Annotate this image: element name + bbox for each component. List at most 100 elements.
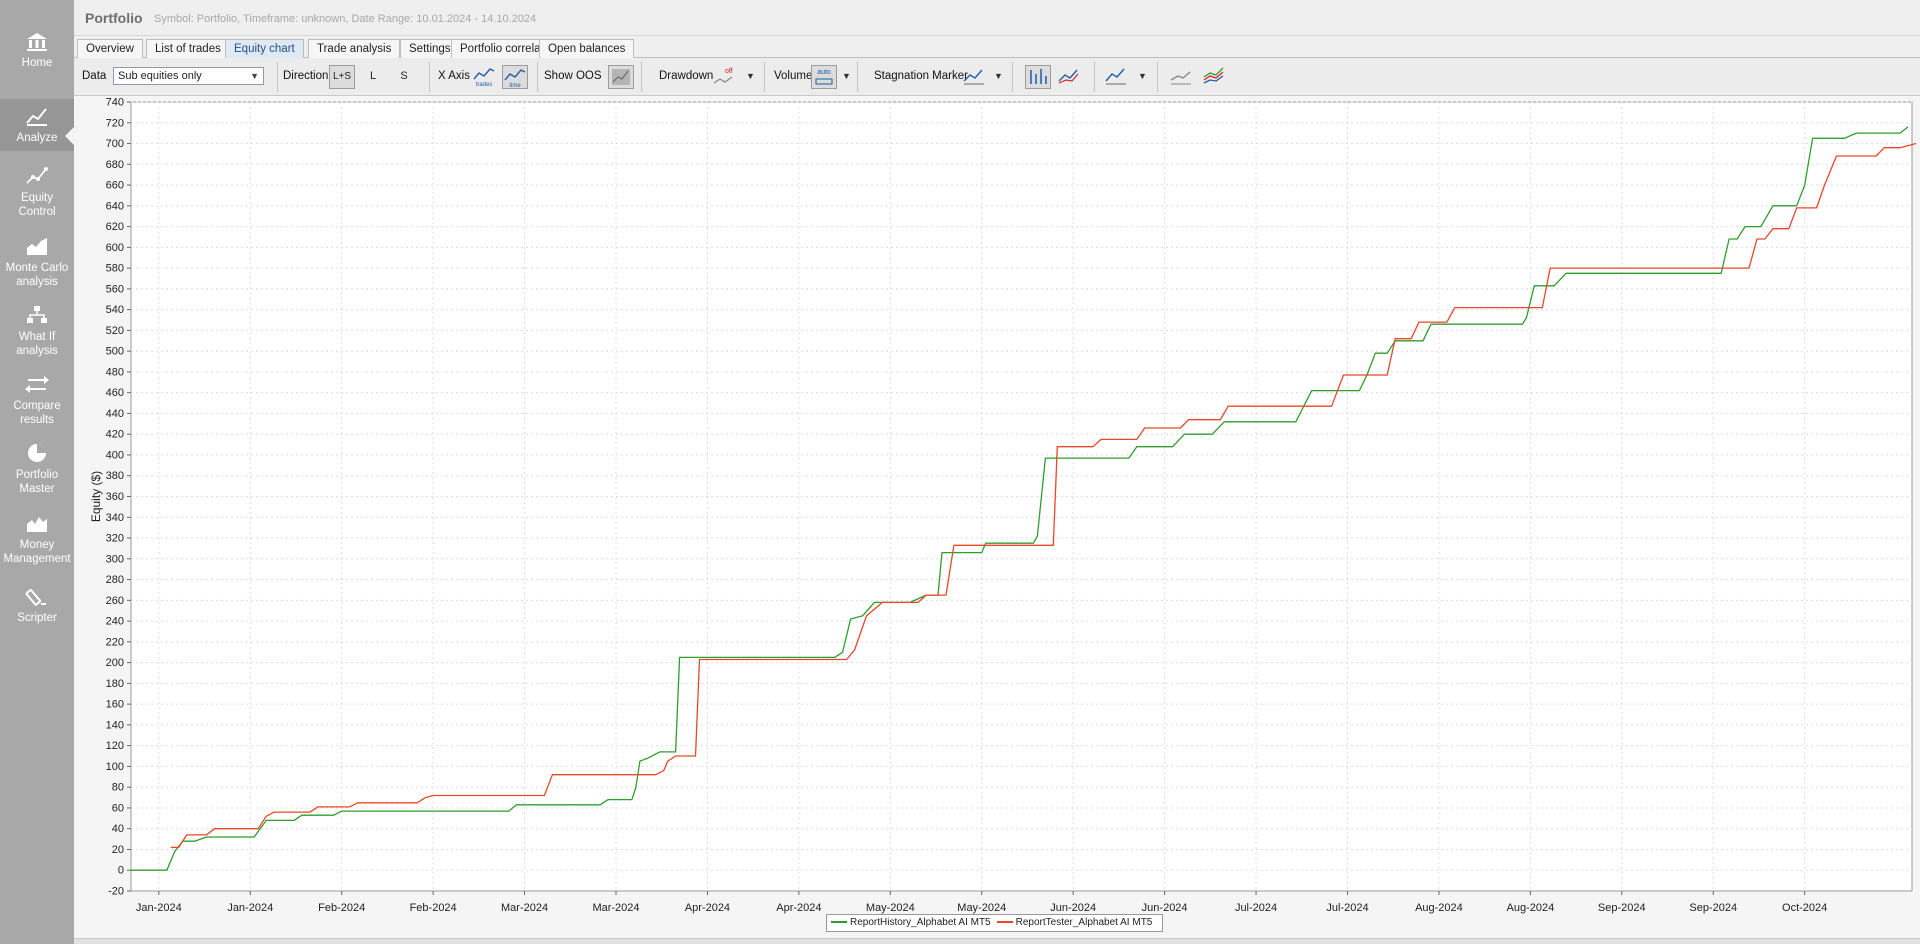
xaxis-time-button[interactable]: time bbox=[502, 65, 528, 89]
toolbar-divider bbox=[1012, 62, 1013, 92]
chevron-down-icon[interactable]: ▼ bbox=[746, 71, 755, 81]
sidebar-item-monte-carlo-analysis[interactable]: Monte Carlo analysis bbox=[0, 235, 74, 289]
tab-trade-analysis[interactable]: Trade analysis bbox=[308, 39, 401, 59]
time-axis-icon: time bbox=[504, 69, 526, 88]
sidebar-item-home[interactable]: Home bbox=[0, 30, 74, 70]
y-tick-label: 560 bbox=[106, 283, 124, 295]
drawdown-label: Drawdown bbox=[659, 70, 714, 82]
sidebar-item-label: Money bbox=[19, 539, 55, 551]
sidebar-item-label: Scripter bbox=[17, 612, 57, 624]
chart-type-button[interactable] bbox=[1104, 65, 1130, 89]
sidebar-item-money-management[interactable]: Money Management bbox=[0, 512, 74, 566]
sidebar-item-label: Control bbox=[18, 206, 56, 218]
legend-label: ReportHistory_Alphabet AI MT5 bbox=[850, 917, 991, 928]
toolbar-divider bbox=[857, 62, 858, 92]
x-tick-label: Oct-2024 bbox=[1782, 902, 1827, 914]
money-management-icon bbox=[27, 517, 47, 532]
sidebar-item-what-if-analysis[interactable]: What If analysis bbox=[0, 304, 74, 358]
page-title: Portfolio bbox=[85, 10, 143, 26]
analyze-icon bbox=[26, 108, 47, 126]
toolbar-divider bbox=[1157, 62, 1158, 92]
y-tick-label: 200 bbox=[106, 657, 124, 669]
tab-bar: Overview List of trades Equity chart Trade … bbox=[74, 36, 1920, 59]
multi-equity-button[interactable] bbox=[1202, 65, 1228, 89]
show-oos-label: Show OOS bbox=[544, 70, 602, 82]
x-tick-label: Jan-2024 bbox=[136, 902, 182, 914]
y-tick-label: 580 bbox=[106, 263, 124, 275]
tab-overview[interactable]: Overview bbox=[77, 39, 143, 59]
y-tick-label: 400 bbox=[106, 449, 124, 461]
x-tick-label: Jul-2024 bbox=[1326, 902, 1368, 914]
x-tick-label: Apr-2024 bbox=[776, 902, 821, 914]
data-select[interactable]: Sub equities only ▼ bbox=[113, 67, 264, 85]
direction-l-button[interactable]: L bbox=[360, 65, 386, 89]
x-tick-label: Jul-2024 bbox=[1235, 902, 1277, 914]
single-equity-button[interactable] bbox=[1169, 65, 1195, 89]
legend-label: ReportTester_Alphabet AI MT5 bbox=[1015, 917, 1153, 928]
compare-icon bbox=[25, 376, 49, 393]
scripter-icon bbox=[25, 589, 46, 606]
svg-text:time: time bbox=[509, 83, 521, 88]
resize-handle[interactable] bbox=[74, 938, 1920, 944]
sidebar-item-equity-control[interactable]: Equity Control bbox=[0, 165, 74, 219]
xaxis-label: X Axis bbox=[438, 70, 470, 82]
tab-list-of-trades[interactable]: List of trades bbox=[146, 39, 230, 59]
stagnation-marker-label: Stagnation Marker bbox=[874, 70, 968, 82]
x-tick-label: Sep-2024 bbox=[1689, 902, 1737, 914]
sidebar-item-analyze[interactable]: Analyze bbox=[0, 99, 74, 151]
line-chart-icon bbox=[1058, 69, 1079, 84]
chart-legend: ReportHistory_Alphabet AI MT5 ReportTeste… bbox=[826, 914, 1164, 932]
what-if-icon bbox=[27, 306, 47, 323]
y-axis-label: Equity ($) bbox=[89, 471, 103, 522]
data-select-value: Sub equities only bbox=[118, 70, 202, 82]
chevron-down-icon[interactable]: ▼ bbox=[842, 71, 851, 81]
direction-s-button[interactable]: S bbox=[391, 65, 417, 89]
x-tick-label: Apr-2024 bbox=[685, 902, 730, 914]
chart-style-bars-button[interactable] bbox=[1025, 65, 1051, 89]
x-tick-label: Feb-2024 bbox=[318, 902, 365, 914]
y-tick-label: 520 bbox=[106, 325, 124, 337]
sidebar-item-label: Management bbox=[3, 553, 71, 565]
y-tick-label: -20 bbox=[108, 886, 124, 898]
single-equity-icon bbox=[1170, 71, 1191, 85]
chart-toolbar: Data Sub equities only ▼ Direction L+S L… bbox=[74, 58, 1920, 96]
sidebar-item-scripter[interactable]: Scripter bbox=[0, 585, 74, 625]
drawdown-button[interactable]: off bbox=[712, 65, 738, 89]
x-tick-label: Jun-2024 bbox=[1142, 902, 1188, 914]
xaxis-trades-button[interactable]: trades bbox=[472, 65, 498, 89]
y-tick-label: 300 bbox=[106, 553, 124, 565]
volume-button[interactable]: auto bbox=[811, 65, 837, 89]
y-tick-label: 680 bbox=[106, 159, 124, 171]
stagnation-marker-button[interactable] bbox=[962, 65, 988, 89]
sidebar-item-label: What If bbox=[18, 331, 56, 343]
legend-entry: ReportTester_Alphabet AI MT5 bbox=[996, 915, 1153, 931]
svg-text:trades: trades bbox=[476, 82, 493, 87]
x-tick-label: Mar-2024 bbox=[592, 902, 639, 914]
tab-equity-chart[interactable]: Equity chart bbox=[225, 39, 304, 59]
x-tick-label: May-2024 bbox=[957, 902, 1006, 914]
x-tick-label: May-2024 bbox=[866, 902, 915, 914]
bar-chart-icon bbox=[1030, 69, 1047, 84]
y-tick-label: 480 bbox=[106, 366, 124, 378]
chart-style-line-button[interactable] bbox=[1057, 65, 1083, 89]
chevron-down-icon[interactable]: ▼ bbox=[1138, 71, 1147, 81]
tab-open-balances[interactable]: Open balances bbox=[539, 39, 635, 59]
drawdown-off-icon: off bbox=[713, 68, 733, 84]
equity-chart[interactable]: -20 0 20 40 60 80 100 120 140 160 180 200 220 240 260 2… bbox=[74, 96, 1920, 944]
direction-ls-button[interactable]: L+S bbox=[329, 65, 355, 89]
y-tick-label: 440 bbox=[106, 408, 124, 420]
y-tick-label: 120 bbox=[106, 740, 124, 752]
sidebar-item-portfolio-master[interactable]: Portfolio Master bbox=[0, 442, 74, 496]
chevron-down-icon[interactable]: ▼ bbox=[994, 71, 1003, 81]
show-oos-toggle[interactable] bbox=[608, 65, 634, 89]
sidebar-item-label: Monte Carlo bbox=[5, 262, 69, 274]
sidebar-item-label: analysis bbox=[16, 345, 58, 357]
y-tick-label: 260 bbox=[106, 595, 124, 607]
y-tick-label: 180 bbox=[106, 678, 124, 690]
sidebar-item-label: Home bbox=[21, 57, 53, 69]
sidebar-item-compare-results[interactable]: Compare results bbox=[0, 373, 74, 427]
direction-label: Direction bbox=[283, 70, 329, 82]
y-tick-label: 340 bbox=[106, 512, 124, 524]
equity-control-icon bbox=[26, 167, 48, 184]
y-tick-label: 740 bbox=[106, 97, 124, 109]
